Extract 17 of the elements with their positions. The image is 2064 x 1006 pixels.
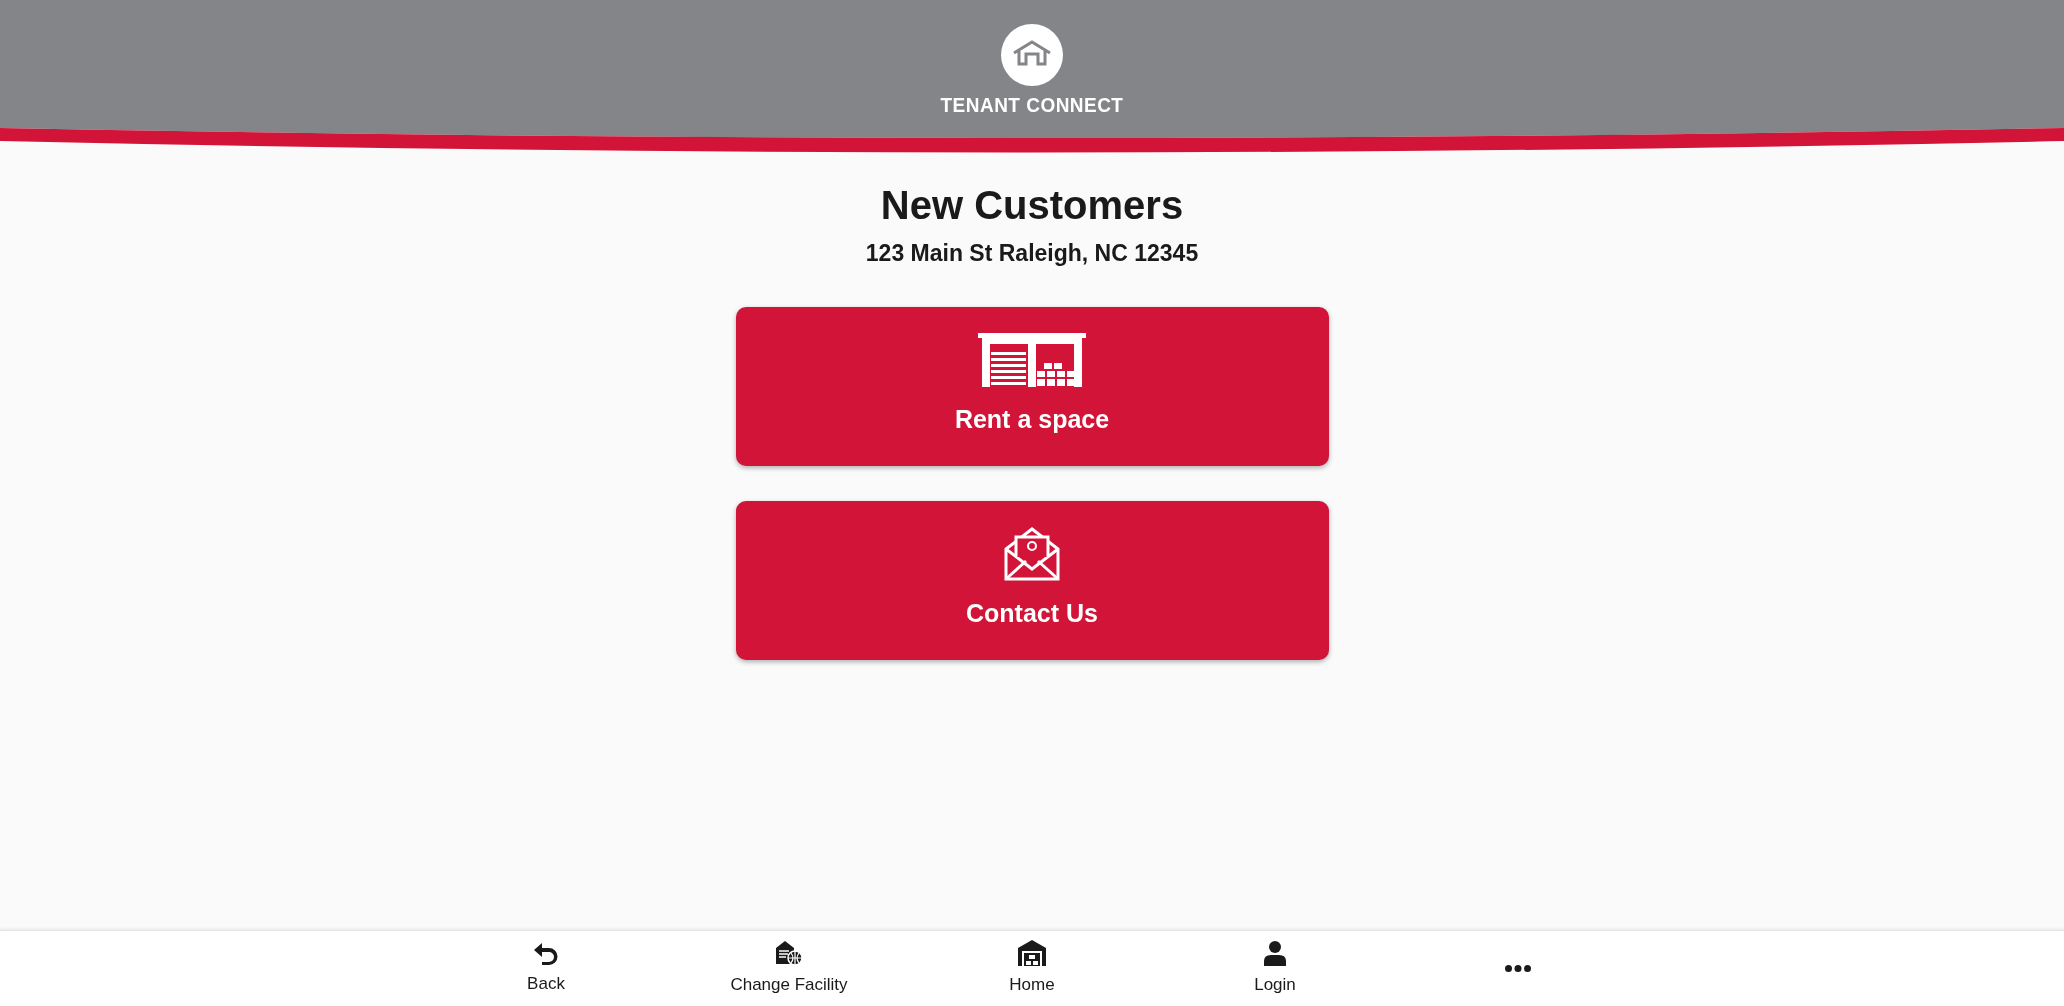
back-arrow-icon — [532, 940, 560, 965]
facility-address: 123 Main St Raleigh, NC 12345 — [865, 239, 1199, 268]
house-logo-icon — [1001, 24, 1063, 86]
warehouse-icon — [1018, 939, 1046, 966]
nav-item[interactable]: Back — [424, 931, 668, 1006]
mail-icon — [1004, 527, 1060, 582]
brand-name: TENANT CONNECT — [940, 91, 1124, 118]
action-button[interactable]: Contact Us — [735, 500, 1329, 660]
page-title: New Customers — [880, 182, 1184, 229]
action-button[interactable]: Rent a space — [735, 306, 1329, 466]
user-icon — [1263, 939, 1287, 966]
building-globe-icon — [775, 939, 803, 966]
more-icon[interactable] — [1505, 965, 1531, 972]
storage-building-icon — [978, 333, 1086, 388]
nav-item[interactable]: Login — [1153, 931, 1397, 1006]
nav-item[interactable]: Change Facility — [667, 931, 911, 1006]
nav-item[interactable]: Home — [910, 931, 1154, 1006]
